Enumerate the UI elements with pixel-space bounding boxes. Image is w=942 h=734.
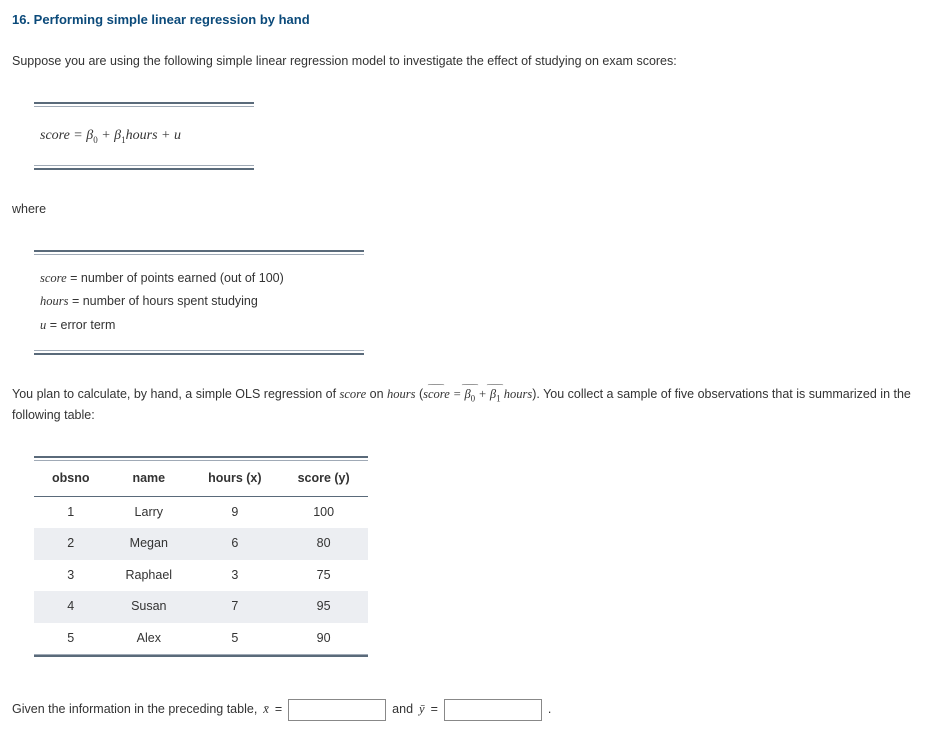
table-row: 4Susan795 bbox=[34, 591, 368, 622]
ybar-symbol: ȳ bbox=[419, 700, 425, 719]
plan-text: You plan to calculate, by hand, a simple… bbox=[12, 385, 930, 426]
intro-text: Suppose you are using the following simp… bbox=[12, 52, 930, 71]
def-u-text: = error term bbox=[46, 318, 115, 332]
table-row: 3Raphael375 bbox=[34, 560, 368, 591]
col-obsno: obsno bbox=[34, 461, 108, 497]
definitions-block: score = number of points earned (out of … bbox=[34, 250, 364, 355]
def-hours-var: hours bbox=[40, 294, 68, 308]
xbar-input[interactable] bbox=[288, 699, 386, 721]
col-score: score (y) bbox=[280, 461, 368, 497]
answer-line: Given the information in the preceding t… bbox=[12, 699, 930, 721]
table-row: 2Megan680 bbox=[34, 528, 368, 559]
col-hours: hours (x) bbox=[190, 461, 279, 497]
table-row: 1Larry9100 bbox=[34, 497, 368, 529]
table-row: 5Alex590 bbox=[34, 623, 368, 655]
def-score-text: = number of points earned (out of 100) bbox=[67, 271, 284, 285]
def-score-var: score bbox=[40, 271, 67, 285]
ybar-input[interactable] bbox=[444, 699, 542, 721]
question-title: 16. Performing simple linear regression … bbox=[12, 10, 930, 30]
def-hours-text: = number of hours spent studying bbox=[68, 294, 257, 308]
data-table: obsno name hours (x) score (y) 1Larry910… bbox=[34, 456, 368, 659]
col-name: name bbox=[108, 461, 191, 497]
model-equation: score = β0 + β1hours + u bbox=[34, 107, 254, 166]
xbar-symbol: x̄ bbox=[263, 700, 269, 719]
where-label: where bbox=[12, 200, 930, 219]
equation-block: score = β0 + β1hours + u bbox=[34, 102, 254, 171]
